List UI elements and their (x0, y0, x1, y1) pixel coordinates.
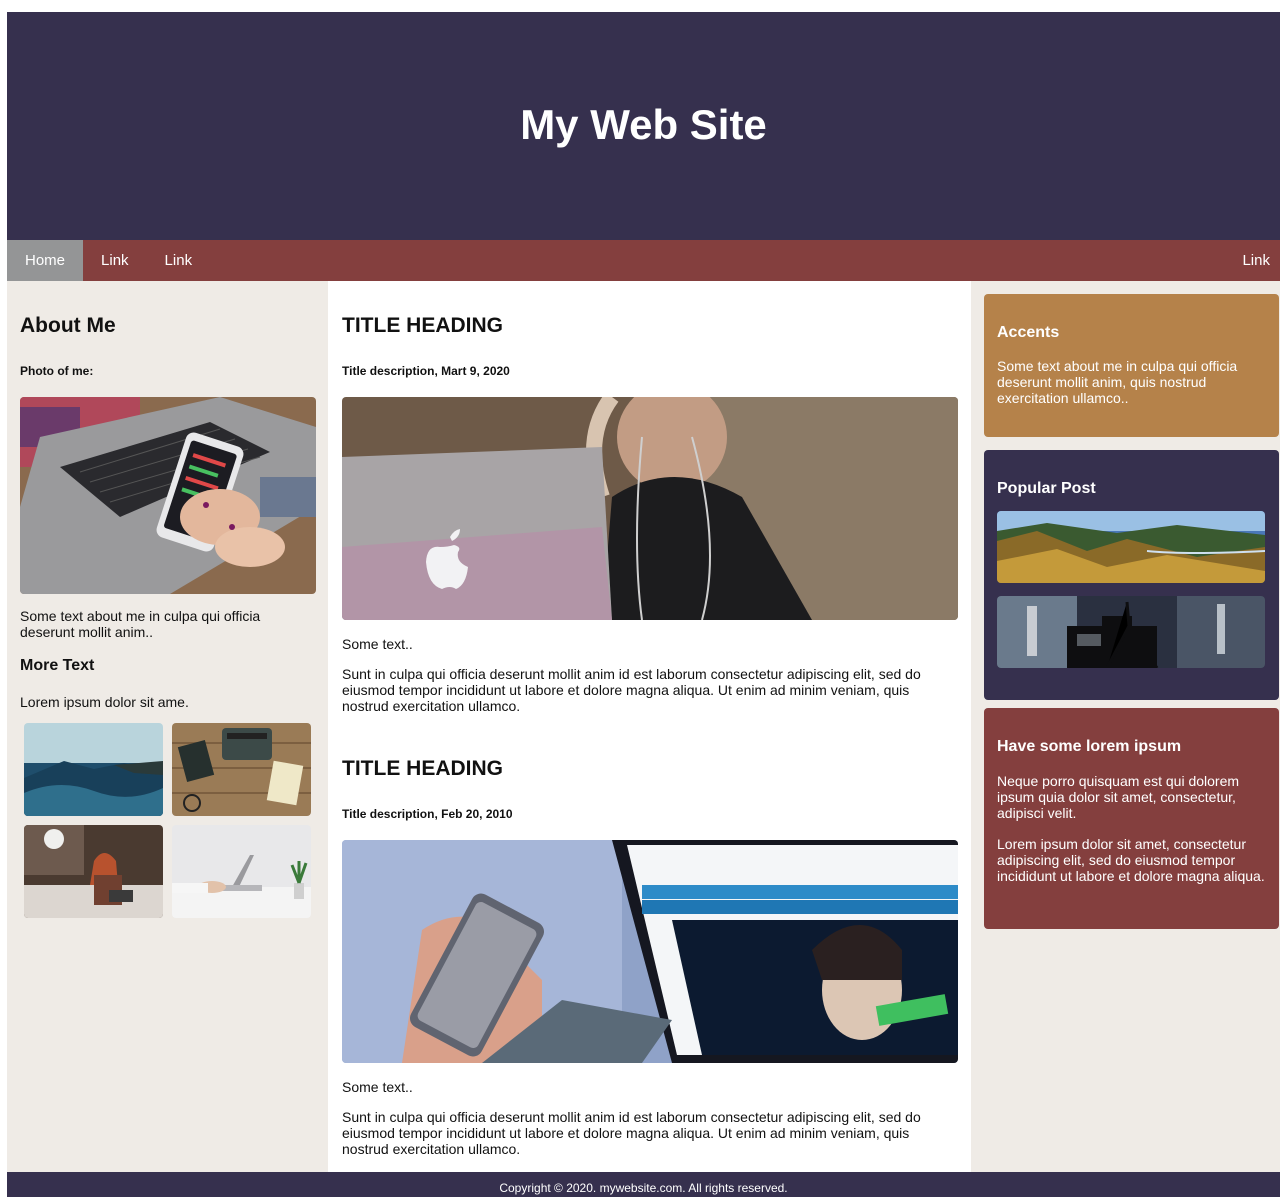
article-2-image (342, 840, 958, 1063)
article-1-image (342, 397, 958, 620)
lorem-card-title: Have some lorem ipsum (997, 738, 1182, 755)
article-2-description: Title description, Feb 20, 2010 (342, 807, 513, 821)
article-2: TITLE HEADING Title description, Feb 20,… (342, 757, 958, 1157)
more-text-heading: More Text (20, 657, 95, 674)
thumbnail-woman-cafe[interactable] (24, 825, 163, 918)
article-1-title: TITLE HEADING (342, 314, 503, 337)
photo-label: Photo of me: (20, 364, 94, 378)
accents-text: Some text about me in culpa qui officia … (997, 358, 1238, 406)
content-row: About Me Photo of me: Some text about me… (7, 281, 1280, 1172)
about-photo (20, 397, 316, 594)
thumbnail-typewriter-desk[interactable] (172, 723, 311, 816)
copyright-text: Copyright © 2020. mywebsite.com. All rig… (499, 1181, 788, 1195)
about-text: Some text about me in culpa qui officia … (20, 608, 261, 640)
left-sidebar: About Me Photo of me: Some text about me… (7, 281, 328, 1172)
site-footer: Copyright © 2020. mywebsite.com. All rig… (7, 1172, 1280, 1197)
site-header: My Web Site (7, 12, 1280, 240)
nav-link-2[interactable]: Link (147, 240, 211, 281)
article-1: TITLE HEADING Title description, Mart 9,… (342, 314, 958, 714)
nav-home-link[interactable]: Home (7, 240, 84, 281)
accents-card: Accents Some text about me in culpa qui … (984, 294, 1279, 437)
page: My Web Site Home Link Link Link About Me… (7, 12, 1280, 1197)
article-2-some-text: Some text.. (342, 1079, 413, 1095)
popular-post-title: Popular Post (997, 480, 1096, 497)
thumbnail-ocean-wave[interactable] (24, 723, 163, 816)
top-navbar: Home Link Link Link (7, 240, 1280, 281)
accents-title: Accents (997, 324, 1060, 341)
thumbnail-laptop-typing[interactable] (172, 825, 311, 918)
right-sidebar: Accents Some text about me in culpa qui … (971, 281, 1280, 1172)
popular-post-image-camera[interactable] (997, 596, 1265, 668)
more-text-line: Lorem ipsum dolor sit ame. (20, 694, 189, 710)
article-2-body: Sunt in culpa qui officia deserunt molli… (342, 1109, 921, 1157)
article-1-description: Title description, Mart 9, 2020 (342, 364, 510, 378)
nav-link-right[interactable]: Link (1224, 240, 1280, 281)
article-1-body: Sunt in culpa qui officia deserunt molli… (342, 666, 921, 714)
nav-link-1[interactable]: Link (83, 240, 147, 281)
about-heading: About Me (20, 314, 116, 337)
site-title: My Web Site (520, 101, 767, 148)
article-1-some-text: Some text.. (342, 636, 413, 652)
article-2-title: TITLE HEADING (342, 757, 503, 780)
lorem-card-paragraph-1: Neque porro quisquam est qui dolorem ips… (997, 773, 1240, 821)
lorem-card-paragraph-2: Lorem ipsum dolor sit amet, consectetur … (997, 836, 1265, 884)
popular-post-image-mountains[interactable] (997, 511, 1265, 583)
thumbnail-grid (24, 723, 315, 918)
main-content: TITLE HEADING Title description, Mart 9,… (328, 281, 971, 1172)
lorem-card: Have some lorem ipsum Neque porro quisqu… (984, 708, 1279, 929)
popular-post-card: Popular Post (984, 450, 1279, 700)
